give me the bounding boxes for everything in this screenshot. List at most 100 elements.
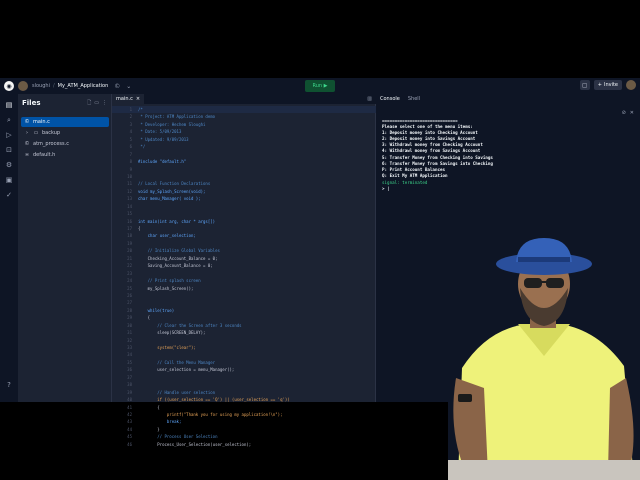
files-panel: Files 🗋 ▭ ⋮ © main.c › ▭ backup © atm_pr… xyxy=(18,94,112,402)
file-item-atm-process-c[interactable]: © atm_process.c xyxy=(21,139,109,149)
file-item-main-c[interactable]: © main.c xyxy=(21,117,109,127)
project-name[interactable]: My_ATM_Application xyxy=(58,83,109,89)
code-line[interactable]: 46 Process_User_Selection(user_selection… xyxy=(112,441,376,448)
line-text: // Process User Selection xyxy=(138,434,218,440)
code-line[interactable]: 35 // Call the Menu Manager xyxy=(112,359,376,366)
code-line[interactable]: 11 // Local Function Declarations xyxy=(112,180,376,187)
code-line[interactable]: 42 printf("Thank you for using my applic… xyxy=(112,411,376,418)
files-icon[interactable]: ▤ xyxy=(4,100,14,110)
code-line[interactable]: 6 */ xyxy=(112,143,376,150)
code-line[interactable]: 41 { xyxy=(112,404,376,411)
username[interactable]: sloughi xyxy=(32,83,50,89)
code-line[interactable]: 39 // Handle user selection xyxy=(112,389,376,396)
code-line[interactable]: 1 /* xyxy=(112,106,376,114)
invite-button[interactable]: + Invite xyxy=(593,80,622,90)
folder-icon: ▭ xyxy=(33,130,39,136)
code-line[interactable]: 18 char user_selection; xyxy=(112,232,376,239)
line-number: 14 xyxy=(127,203,132,209)
code-line[interactable]: 37 xyxy=(112,374,376,381)
code-line[interactable]: 7 xyxy=(112,151,376,158)
more-icon[interactable]: ⋮ xyxy=(102,100,107,108)
check-icon[interactable]: ✓ xyxy=(4,190,14,200)
code-line[interactable]: 13 char menu_Manager( void ); xyxy=(112,195,376,202)
code-line[interactable]: 16 int main(int arg, char * args[]) xyxy=(112,218,376,225)
code-line[interactable]: 44 } xyxy=(112,426,376,433)
code-line[interactable]: 21 Checking_Account_Balance = 0; xyxy=(112,255,376,262)
chevron-down-icon[interactable]: ⌄ xyxy=(126,83,131,90)
tab-console[interactable]: Console xyxy=(376,96,404,102)
user-avatar[interactable] xyxy=(18,81,28,91)
code-line[interactable]: 3 * Developer: Hechem Sloughi xyxy=(112,121,376,128)
code-line[interactable]: 8 #include "default.h" xyxy=(112,158,376,165)
code-lines[interactable]: 1/* 2 * Project: ATM Application demo 3 * … xyxy=(112,106,376,448)
code-line[interactable]: 40 if ((user_selection == 'Q') || (user_… xyxy=(112,396,376,403)
file-item-default-h[interactable]: ʜ default.h xyxy=(21,150,109,160)
code-line[interactable]: 38 xyxy=(112,381,376,388)
code-line[interactable]: 9 xyxy=(112,166,376,173)
line-number: 42 xyxy=(127,411,132,417)
close-icon[interactable]: ✕ xyxy=(630,110,634,116)
files-toolbar: 🗋 ▭ ⋮ xyxy=(87,100,107,108)
folder-item-backup[interactable]: › ▭ backup xyxy=(21,128,109,138)
tab-shell[interactable]: Shell xyxy=(404,96,424,102)
new-folder-icon[interactable]: ▭ xyxy=(94,100,99,108)
split-pane-icon[interactable]: ▥ xyxy=(367,96,372,102)
line-text: char menu_Manager( void ); xyxy=(138,196,201,202)
debugger-icon[interactable]: ▷ xyxy=(4,130,14,140)
code-line[interactable]: 30 // Clear the Screen after 3 seconds xyxy=(112,322,376,329)
line-text: { xyxy=(138,404,160,410)
code-line[interactable]: 12 void my_Splash_Screen(void); xyxy=(112,188,376,195)
line-text: */ xyxy=(138,144,146,150)
search-icon[interactable]: ⌕ xyxy=(4,115,14,125)
code-line[interactable]: 32 xyxy=(112,337,376,344)
code-line[interactable]: 33 system("clear"); xyxy=(112,344,376,351)
clear-console-icon[interactable]: ⊘ xyxy=(622,110,626,116)
account-avatar[interactable] xyxy=(626,80,636,90)
code-line[interactable]: 26 xyxy=(112,292,376,299)
line-text: // Clear the Screen after 3 seconds xyxy=(138,322,242,328)
code-line[interactable]: 2 * Project: ATM Application demo xyxy=(112,113,376,120)
code-line[interactable]: 45 // Process User Selection xyxy=(112,433,376,440)
code-line[interactable]: 36 user_selection = menu_Manager(); xyxy=(112,366,376,373)
c-file-icon: © xyxy=(24,141,30,147)
help-icon[interactable]: ? xyxy=(4,380,14,390)
code-line[interactable]: 4 * Date: 5/09/2013 xyxy=(112,128,376,135)
line-number: 7 xyxy=(129,151,132,157)
line-number: 18 xyxy=(127,233,132,239)
code-line[interactable]: 25 my_Splash_Screen(); xyxy=(112,285,376,292)
code-line[interactable]: 5 * Updated: 9/09/2013 xyxy=(112,136,376,143)
chat-icon[interactable]: ▢ xyxy=(579,80,590,90)
code-line[interactable]: 19 xyxy=(112,240,376,247)
packages-icon[interactable]: ▣ xyxy=(4,175,14,185)
lock-icon[interactable]: ⊡ xyxy=(4,145,14,155)
replit-logo-icon[interactable]: ◉ xyxy=(4,81,14,91)
code-line[interactable]: 28 while(true) xyxy=(112,307,376,314)
line-number: 36 xyxy=(127,367,132,373)
code-line[interactable]: 10 xyxy=(112,173,376,180)
code-line[interactable]: 23 xyxy=(112,270,376,277)
code-line[interactable]: 22 Saving_Account_Balance = 0; xyxy=(112,262,376,269)
code-line[interactable]: 43 break; xyxy=(112,418,376,425)
code-line[interactable]: 34 xyxy=(112,351,376,358)
code-line[interactable]: 14 xyxy=(112,203,376,210)
line-text: int main(int arg, char * args[]) xyxy=(138,218,216,224)
code-line[interactable]: 15 xyxy=(112,210,376,217)
line-text: while(true) xyxy=(138,307,175,313)
settings-icon[interactable]: ⚙ xyxy=(4,160,14,170)
code-line[interactable]: 17 { xyxy=(112,225,376,232)
close-icon[interactable]: × xyxy=(136,96,140,102)
run-button[interactable]: Run ▶ xyxy=(305,80,335,92)
code-line[interactable]: 24 // Print splash screen xyxy=(112,277,376,284)
code-line[interactable]: 27 xyxy=(112,299,376,306)
console-output[interactable]: ============================== Please sel… xyxy=(382,118,622,179)
console-prompt[interactable]: > | xyxy=(382,186,622,192)
code-line[interactable]: 20 // Initialize Global Variables xyxy=(112,247,376,254)
code-line[interactable]: 29 { xyxy=(112,314,376,321)
code-line[interactable]: 31 sleep(SCREEN_DELAY); xyxy=(112,329,376,336)
tab-main-c[interactable]: main.c × xyxy=(112,94,145,104)
line-number: 20 xyxy=(127,248,132,254)
line-number: 3 xyxy=(129,121,132,127)
new-file-icon[interactable]: 🗋 xyxy=(87,100,91,108)
line-number: 29 xyxy=(127,315,132,321)
line-number: 11 xyxy=(127,181,132,187)
